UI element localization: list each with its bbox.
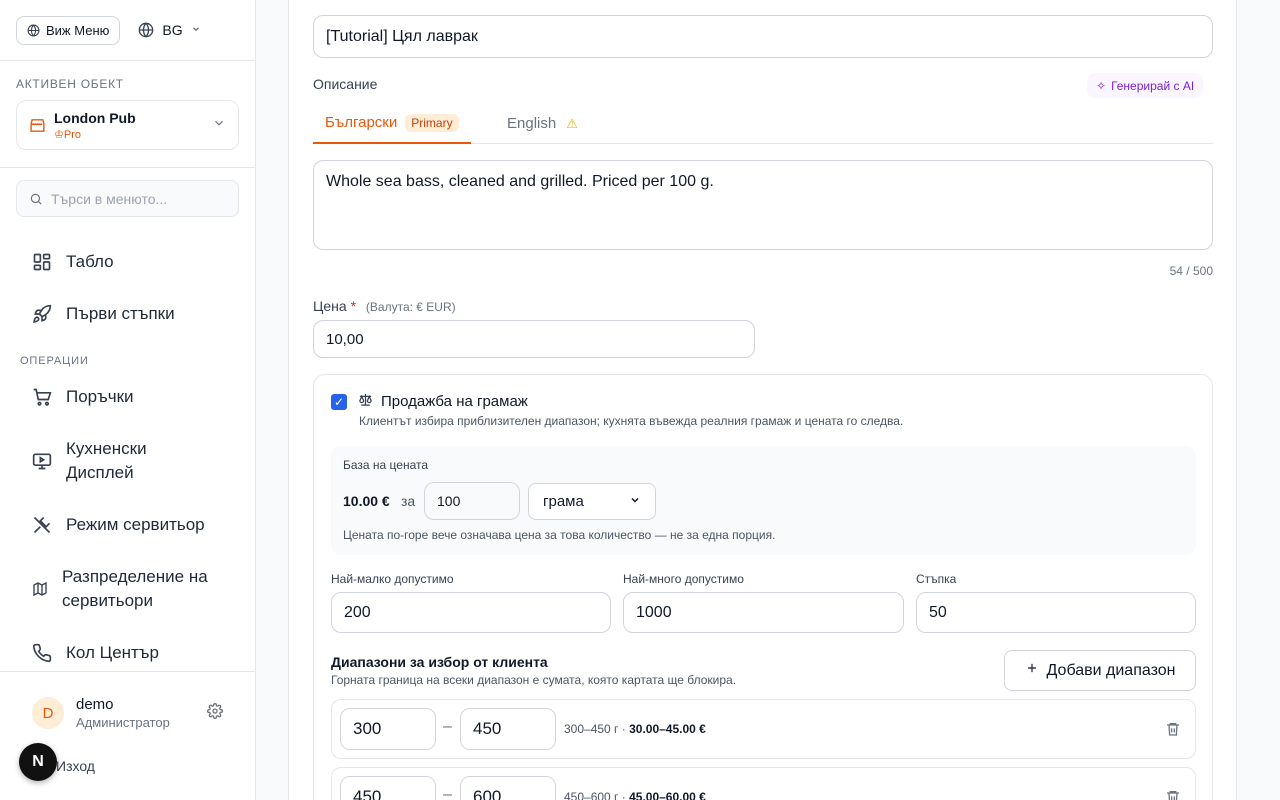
nav-section-operations: ОПЕРАЦИИ (20, 355, 89, 367)
range-to-input[interactable]: 450 (460, 708, 556, 750)
step-label: Стъпка (916, 572, 957, 586)
sidebar-item-orders[interactable]: Поръчки (16, 377, 239, 417)
range-row: 300 – 450 300–450 г · 30.00–45.00 € (331, 699, 1196, 759)
price-label-row: Цена * (Валута: € EUR) (313, 298, 456, 314)
user-row: D demo Администратор (0, 672, 255, 730)
description-counter: 54 / 500 (1169, 264, 1213, 278)
sidebar-topbar: Виж Меню BG (0, 0, 255, 61)
cart-icon (32, 387, 52, 407)
min-input[interactable]: 200 (331, 592, 611, 633)
range-dash: – (443, 718, 452, 735)
weight-sale-description: Клиентът избира приблизителен диапазон; … (359, 414, 904, 428)
plus-icon (1025, 661, 1039, 680)
price-base-amount: 10.00 € (343, 493, 390, 509)
sidebar-item-call-center[interactable]: Кол Център (16, 633, 239, 673)
menu-search-input[interactable]: Търси в менюто... (16, 180, 239, 217)
range-row: 450 – 600 450–600 г · 45.00–60.00 € (331, 767, 1196, 800)
monitor-icon (32, 451, 52, 471)
required-marker: * (350, 298, 357, 314)
range-from-input[interactable]: 300 (340, 708, 436, 750)
store-icon (29, 117, 46, 134)
range-from-input[interactable]: 450 (340, 776, 436, 800)
chevron-down-icon (191, 24, 201, 37)
sidebar-item-waiter-distribution[interactable]: Разпределение на сервитьори (16, 545, 239, 633)
dashboard-icon (32, 252, 52, 272)
weight-sale-title: Продажба на грамаж (381, 393, 528, 410)
trash-icon[interactable] (1165, 721, 1181, 742)
avatar: D (32, 697, 64, 729)
add-range-button[interactable]: Добави диапазон (1004, 650, 1196, 691)
active-object-selector[interactable]: London Pub ♔Pro (16, 100, 239, 150)
primary-badge: Primary (405, 113, 459, 132)
map-icon (32, 581, 48, 597)
sparkles-icon: ✧ (1096, 78, 1107, 93)
search-wrap: Търси в менюто... (0, 168, 255, 217)
max-input[interactable]: 1000 (623, 592, 904, 633)
price-input[interactable]: 10,00 (313, 320, 755, 358)
utensils-icon (32, 515, 52, 535)
sidebar-item-dashboard[interactable]: Табло (16, 237, 239, 287)
language-selector[interactable]: BG (132, 22, 206, 38)
scale-icon (358, 392, 373, 411)
range-to-input[interactable]: 600 (460, 776, 556, 800)
range-summary: 300–450 г · 30.00–45.00 € (564, 722, 706, 736)
sidebar-item-kitchen-display[interactable]: Кухненски Дисплей (16, 417, 239, 505)
globe-icon (27, 24, 40, 37)
step-input[interactable]: 50 (916, 592, 1196, 633)
globe-icon (138, 22, 154, 38)
price-base-box: База на цената 10.00 € за 100 грама Цена… (331, 446, 1196, 555)
ranges-title: Диапазони за избор от клиента (331, 654, 548, 670)
active-object-section: АКТИВЕН ОБЕКТ London Pub ♔Pro (0, 61, 255, 168)
tab-bulgarian[interactable]: Български Primary (313, 103, 471, 144)
weight-sale-section: ✓ Продажба на грамаж Клиентът избира при… (313, 374, 1213, 800)
language-code: BG (162, 22, 183, 38)
view-menu-label: Виж Меню (46, 22, 110, 38)
max-label: Най-много допустимо (623, 572, 744, 586)
description-textarea[interactable]: Whole sea bass, cleaned and grilled. Pri… (313, 160, 1213, 250)
item-edit-card: [Tutorial] Цял лаврак Описание ✧ Генерир… (288, 0, 1237, 800)
search-icon (29, 192, 43, 206)
item-name-input[interactable]: [Tutorial] Цял лаврак (313, 15, 1213, 58)
price-base-label: База на цената (343, 458, 429, 472)
sidebar-nav: Табло Първи стъпки ОПЕРАЦИИ Поръчки Кухн… (0, 217, 255, 673)
search-placeholder: Търси в менюто... (51, 190, 168, 207)
view-menu-button[interactable]: Виж Меню (16, 15, 121, 45)
tab-english[interactable]: English ⚠ (507, 115, 578, 132)
range-summary: 450–600 г · 45.00–60.00 € (564, 790, 706, 800)
sidebar-item-first-steps[interactable]: Първи стъпки (16, 287, 239, 341)
chevron-down-icon (629, 493, 641, 510)
price-base-note: Цената по-горе вече означава цена за тов… (343, 528, 776, 542)
description-label: Описание (313, 76, 378, 92)
crown-icon: ♔ (54, 128, 64, 141)
sidebar: Виж Меню BG АКТИВЕН ОБЕКТ London Pub ♔Pr… (0, 0, 256, 800)
generate-ai-button[interactable]: ✧ Генерирай с AI (1087, 73, 1204, 98)
range-dash: – (443, 786, 452, 800)
rocket-icon (32, 304, 52, 324)
price-currency-hint: (Валута: € EUR) (365, 300, 456, 314)
logout-link[interactable]: Изход (56, 758, 95, 774)
main-content: [Tutorial] Цял лаврак Описание ✧ Генерир… (256, 0, 1280, 800)
sidebar-item-waiter-mode[interactable]: Режим сервитьор (16, 505, 239, 545)
weight-sale-title-row: Продажба на грамаж (358, 392, 528, 411)
ranges-subtitle: Горната граница на всеки диапазон е сума… (331, 673, 737, 687)
warning-icon: ⚠ (566, 115, 578, 131)
tier-badge: ♔Pro (54, 128, 81, 141)
trash-icon[interactable] (1165, 789, 1181, 800)
price-base-quantity-input[interactable]: 100 (424, 482, 520, 520)
min-label: Най-малко допустимо (331, 572, 454, 586)
user-role: Администратор (76, 715, 170, 730)
price-base-unit-select[interactable]: грама (528, 483, 656, 520)
gear-icon[interactable] (207, 702, 223, 724)
active-object-label: АКТИВЕН ОБЕКТ (16, 77, 124, 91)
price-base-for: за (401, 493, 416, 509)
phone-icon (32, 643, 52, 663)
chevron-down-icon (212, 116, 226, 135)
active-object-name: London Pub (54, 109, 136, 126)
weight-sale-checkbox[interactable]: ✓ (331, 394, 347, 410)
user-name: demo (76, 696, 114, 713)
assistant-fab-button[interactable]: N (19, 743, 57, 781)
price-label: Цена (313, 298, 347, 314)
